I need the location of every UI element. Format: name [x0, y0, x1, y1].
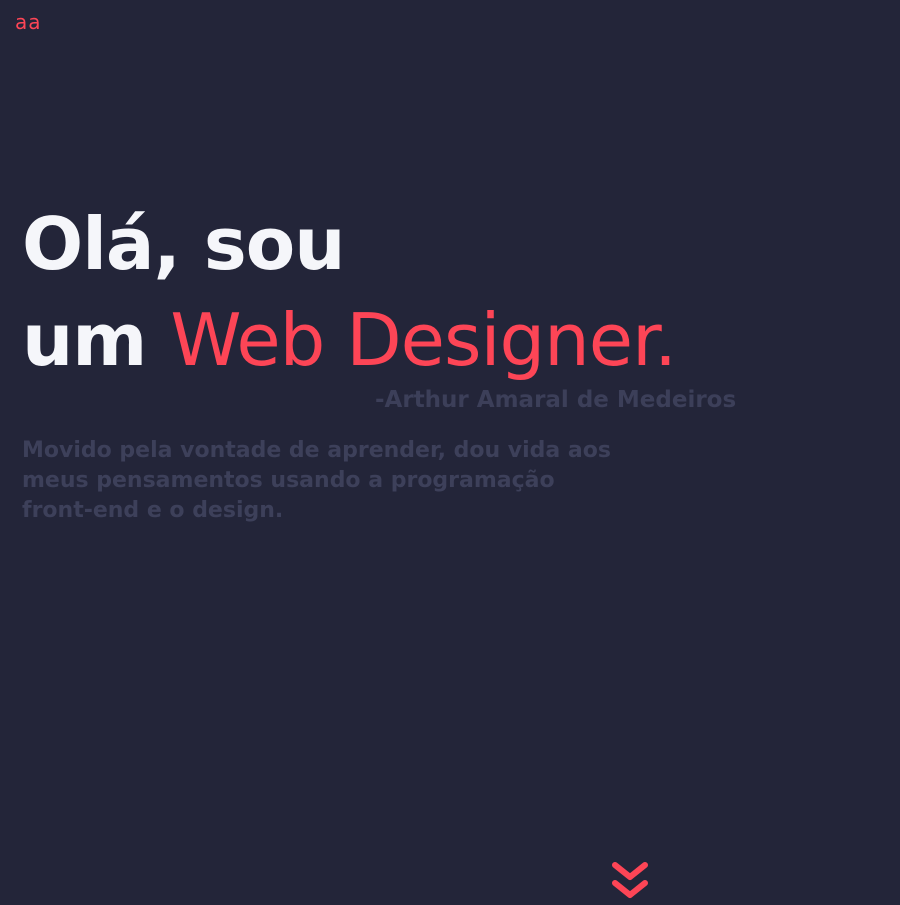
hero-headline: Olá, sou um Web Designer.: [22, 196, 722, 388]
headline-prefix: um: [22, 298, 147, 382]
double-chevron-down-icon: [612, 862, 648, 898]
headline-accent: Web Designer.: [170, 298, 677, 382]
logo-link[interactable]: aa: [15, 10, 42, 34]
author-signature: -Arthur Amaral de Medeiros: [375, 387, 737, 413]
headline-line-2: um Web Designer.: [22, 292, 722, 388]
bio-text: Movido pela vontade de aprender, dou vid…: [22, 438, 611, 523]
hero-section: Olá, sou um Web Designer. -Arthur Amaral…: [22, 196, 736, 523]
scroll-down-button[interactable]: [606, 856, 654, 905]
headline-line-1: Olá, sou: [22, 202, 345, 286]
